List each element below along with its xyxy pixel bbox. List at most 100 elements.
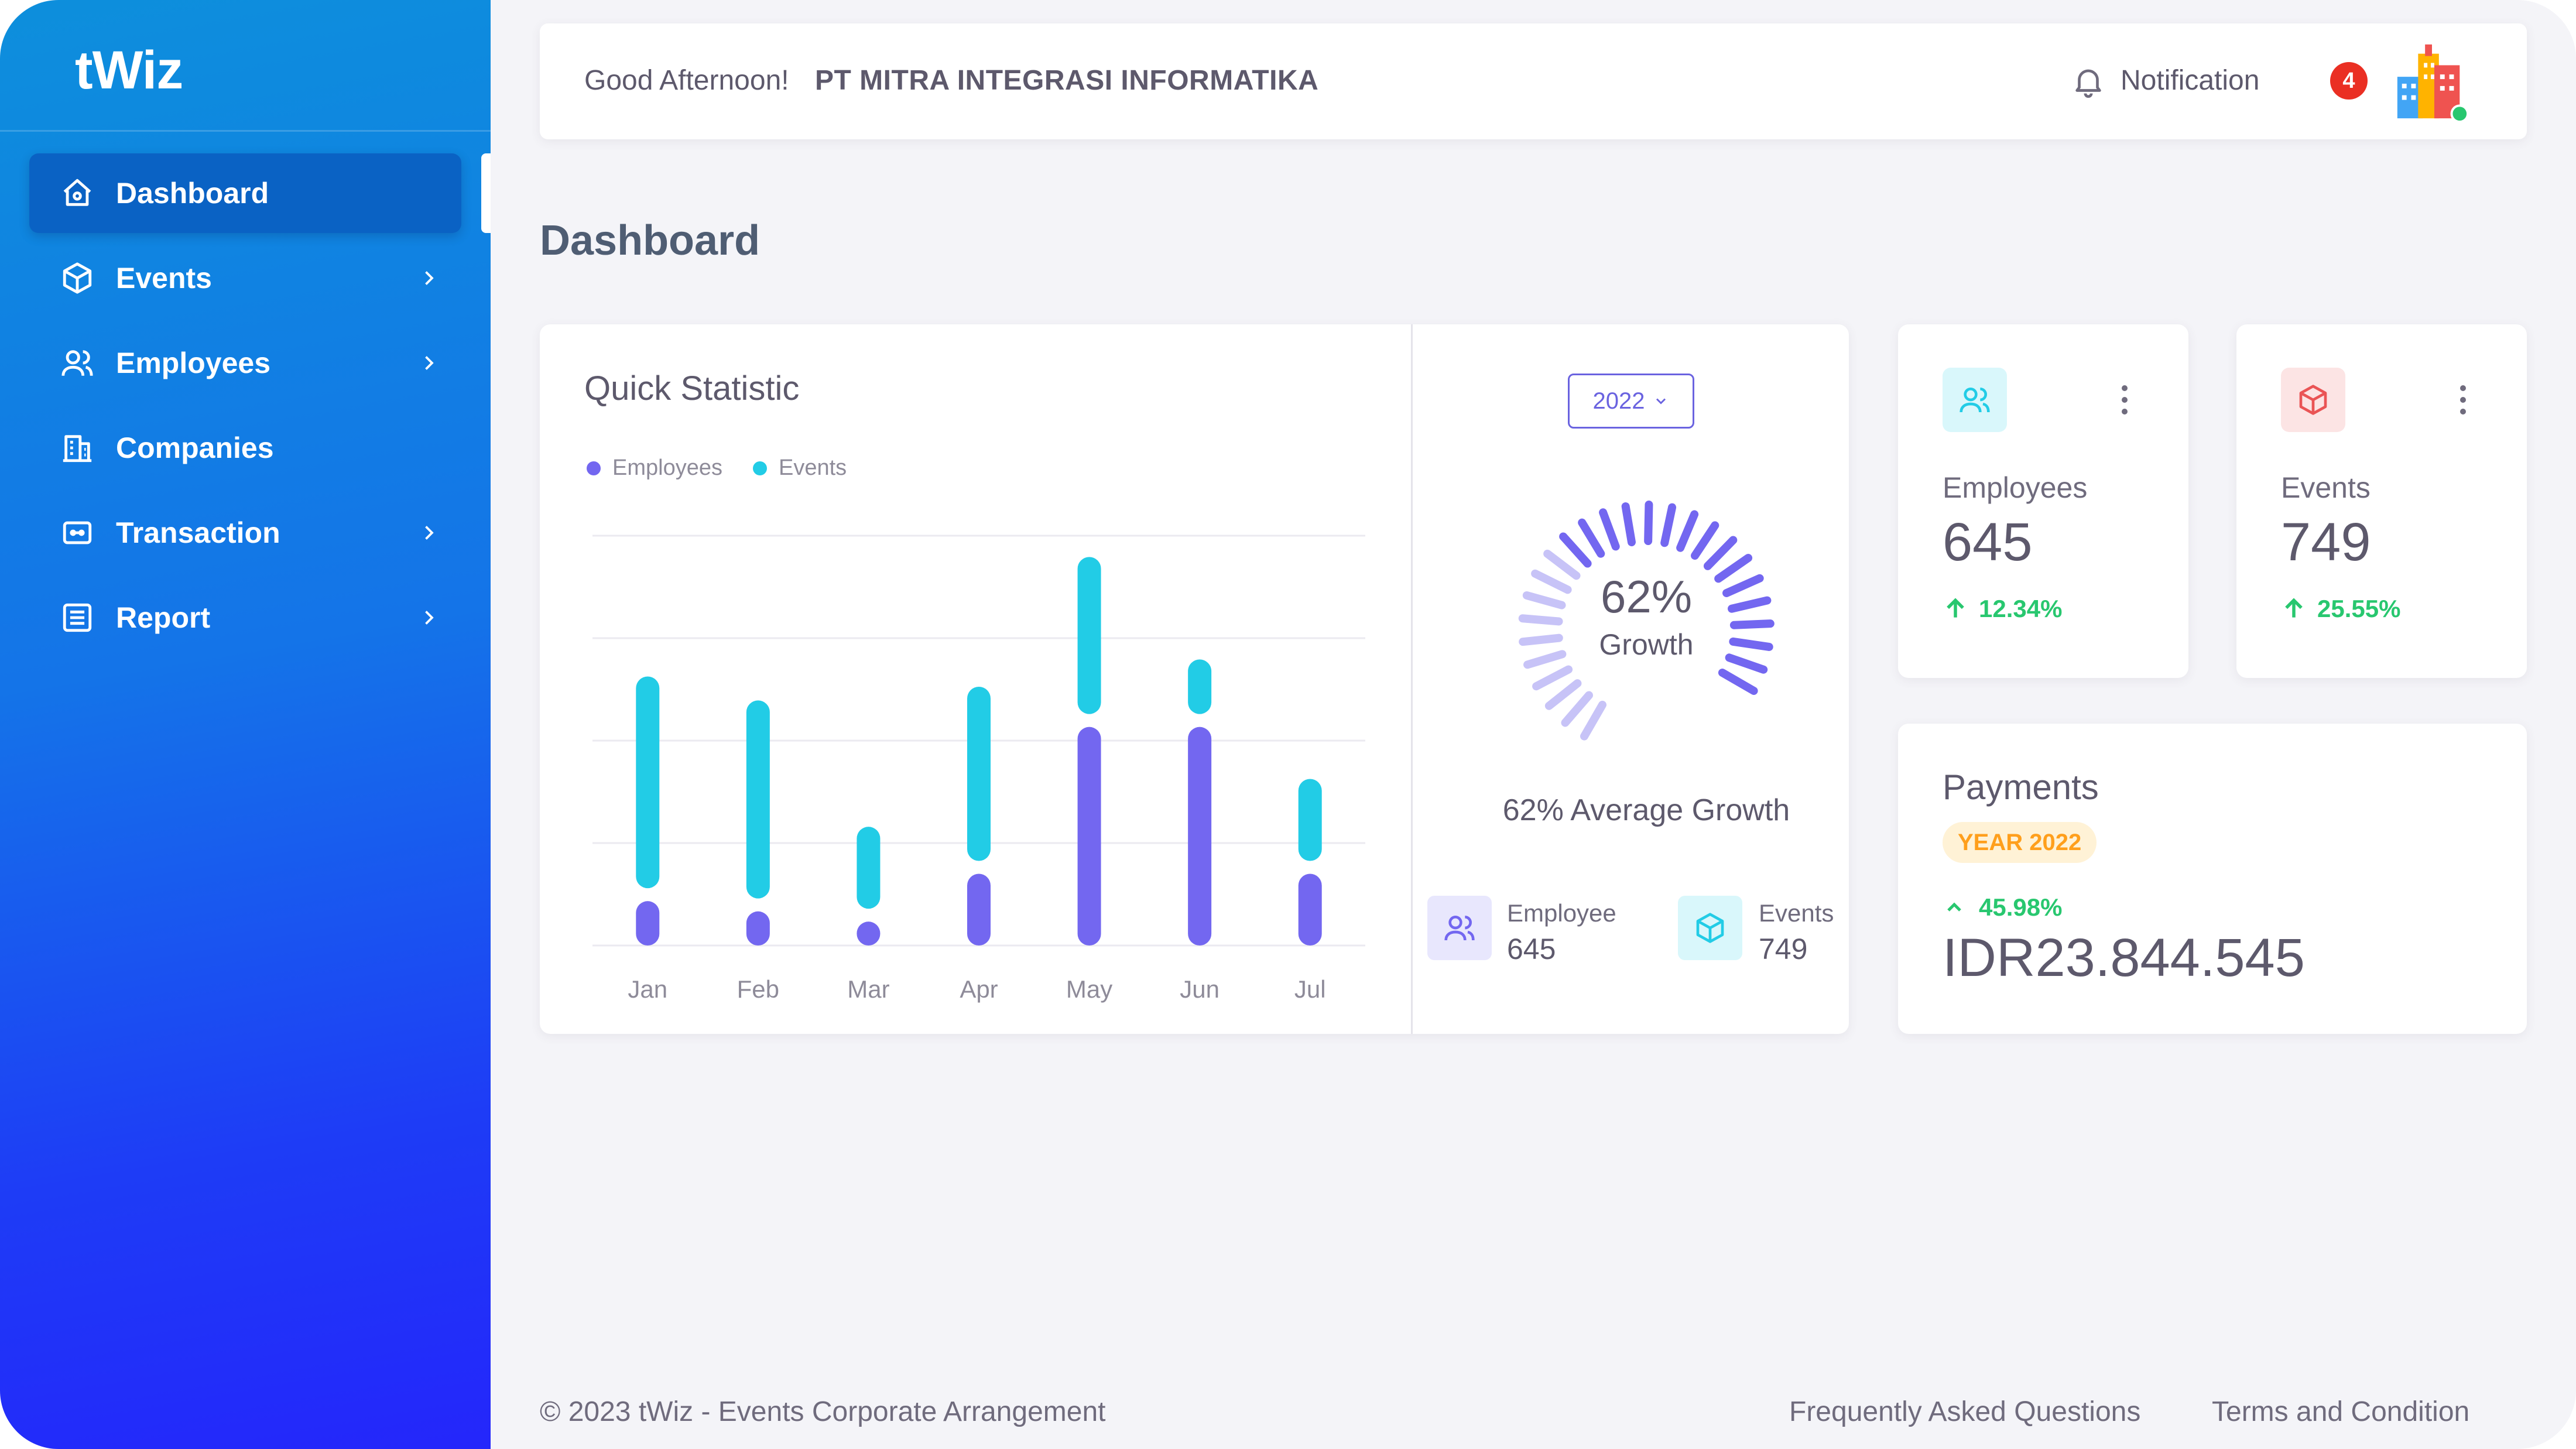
payments-delta: 45.98% [1943, 893, 2062, 922]
x-tick-label: Feb [737, 975, 779, 1003]
chevron-up-icon [1947, 902, 1961, 912]
top-header: Good Afternoon! PT MITRA INTEGRASI INFOR… [540, 23, 2527, 139]
gauge-tick [1718, 669, 1758, 695]
payments-amount: IDR23.844.545 [1943, 928, 2305, 988]
summary-events-value: 749 [1759, 933, 1808, 965]
gauge-tick [1703, 536, 1738, 570]
building-icon [60, 430, 95, 465]
gauge-tick [1599, 508, 1620, 551]
notification-label[interactable]: Notification [2121, 64, 2259, 97]
bar-employees-jun[interactable] [1188, 727, 1212, 946]
gauge-tick [1544, 679, 1582, 710]
payments-delta-value: 45.98% [1979, 893, 2063, 921]
x-tick-label: Mar [847, 975, 889, 1003]
card-divider [1411, 324, 1413, 1034]
gauge-tick [1660, 503, 1677, 547]
year-select[interactable]: 2022 [1568, 374, 1694, 429]
bar-chart: Jan Feb Mar Apr May Jun Jul [592, 535, 1365, 1003]
bar-employees-may[interactable] [1077, 727, 1101, 946]
bar-employees-feb[interactable] [746, 911, 770, 946]
faq-link[interactable]: Frequently Asked Questions [1789, 1396, 2140, 1428]
greeting-text: Good Afternoon! [584, 65, 789, 96]
stat-delta: 12.34% [1943, 595, 2062, 623]
box-icon [2281, 368, 2345, 432]
year-badge: YEAR 2022 [1943, 822, 2097, 863]
users-icon [60, 345, 95, 381]
growth-percent: 62% [1600, 571, 1693, 622]
sidebar-item-label: Report [116, 601, 211, 634]
company-logo-icon[interactable] [2395, 42, 2469, 123]
quick-statistic-card: Quick Statistic Employees Events Jan Feb M… [540, 324, 1849, 1034]
stat-value: 749 [2281, 512, 2371, 572]
active-indicator [481, 153, 491, 233]
stat-delta: 25.55% [2281, 595, 2400, 623]
gauge-tick [1578, 518, 1605, 558]
average-growth-text: 62% Average Growth [1502, 793, 1790, 827]
sidebar-item-label: Companies [116, 431, 274, 464]
chevron-right-icon [425, 611, 434, 625]
stat-label: Employees [1943, 471, 2088, 504]
card-title: Payments [1943, 768, 2099, 807]
gauge-tick [1532, 665, 1573, 691]
bar-events-feb[interactable] [746, 700, 770, 899]
terms-link[interactable]: Terms and Condition [2212, 1396, 2469, 1428]
gauge-tick [1676, 510, 1699, 552]
year-select-value: 2022 [1592, 388, 1645, 414]
bar-events-jul[interactable] [1298, 779, 1322, 861]
bar-employees-jul[interactable] [1298, 873, 1322, 946]
bar-employees-apr[interactable] [967, 873, 991, 946]
growth-label: Growth [1599, 628, 1694, 661]
bar-events-may[interactable] [1077, 557, 1101, 714]
sidebar-item-label: Events [116, 262, 212, 294]
x-tick-label: Apr [960, 975, 998, 1003]
summary-employee-label: Employee [1507, 899, 1616, 927]
sidebar: tWiz Dashboard Events Employees Companie… [0, 0, 491, 1449]
sidebar-item-transaction[interactable]: Transaction [29, 493, 461, 573]
bar-events-mar[interactable] [857, 827, 881, 909]
payments-card: Payments YEAR 2022 45.98% IDR23.844.545 [1898, 724, 2527, 1034]
report-icon [60, 600, 95, 635]
x-tick-label: Jul [1294, 975, 1326, 1003]
bar-events-jan[interactable] [636, 676, 660, 889]
gauge-tick [1561, 691, 1593, 727]
users-icon [1427, 896, 1492, 960]
gauge-tick [1559, 532, 1592, 568]
sidebar-item-dashboard[interactable]: Dashboard [29, 153, 461, 233]
x-tick-label: May [1066, 975, 1112, 1003]
sidebar-item-events[interactable]: Events [29, 238, 461, 318]
chevron-right-icon [425, 271, 434, 285]
box-icon [60, 261, 95, 296]
brand-logo[interactable]: tWiz [75, 40, 183, 101]
bell-icon[interactable] [2070, 63, 2106, 100]
summary-events-label: Events [1759, 899, 1834, 927]
stat-delta-value: 12.34% [1979, 595, 2063, 622]
footer-copyright: © 2023 tWiz - Events Corporate Arrangeme… [540, 1396, 1106, 1427]
gauge-tick [1580, 700, 1606, 741]
chevron-right-icon [425, 526, 434, 540]
app-frame: tWiz Dashboard Events Employees Companie… [0, 0, 2576, 1449]
events-stat-card: Events 749 25.55% [2236, 324, 2527, 678]
sidebar-item-employees[interactable]: Employees [29, 323, 461, 403]
sidebar-item-label: Employees [116, 347, 271, 379]
home-icon [60, 176, 95, 211]
bar-events-apr[interactable] [967, 687, 991, 861]
notification-count-badge: 4 [2330, 62, 2368, 100]
box-icon [1678, 896, 1742, 960]
stat-value: 645 [1943, 512, 2033, 572]
stat-label: Events [2281, 471, 2371, 504]
more-options-icon[interactable] [2121, 384, 2129, 416]
bar-events-jun[interactable] [1188, 659, 1212, 714]
more-options-icon[interactable] [2459, 384, 2467, 416]
chevron-right-icon [425, 356, 434, 370]
bar-employees-jan[interactable] [636, 901, 660, 946]
summary-employee-value: 645 [1507, 933, 1556, 965]
users-icon [1943, 368, 2007, 432]
sidebar-item-companies[interactable]: Companies [29, 408, 461, 488]
bar-employees-mar[interactable] [857, 922, 881, 946]
gauge-tick [1729, 619, 1775, 629]
gauge-tick [1691, 521, 1719, 560]
arrow-up-icon [2285, 598, 2303, 618]
sidebar-item-report[interactable]: Report [29, 578, 461, 657]
x-tick-label: Jun [1180, 975, 1220, 1003]
gauge-tick [1621, 502, 1636, 547]
